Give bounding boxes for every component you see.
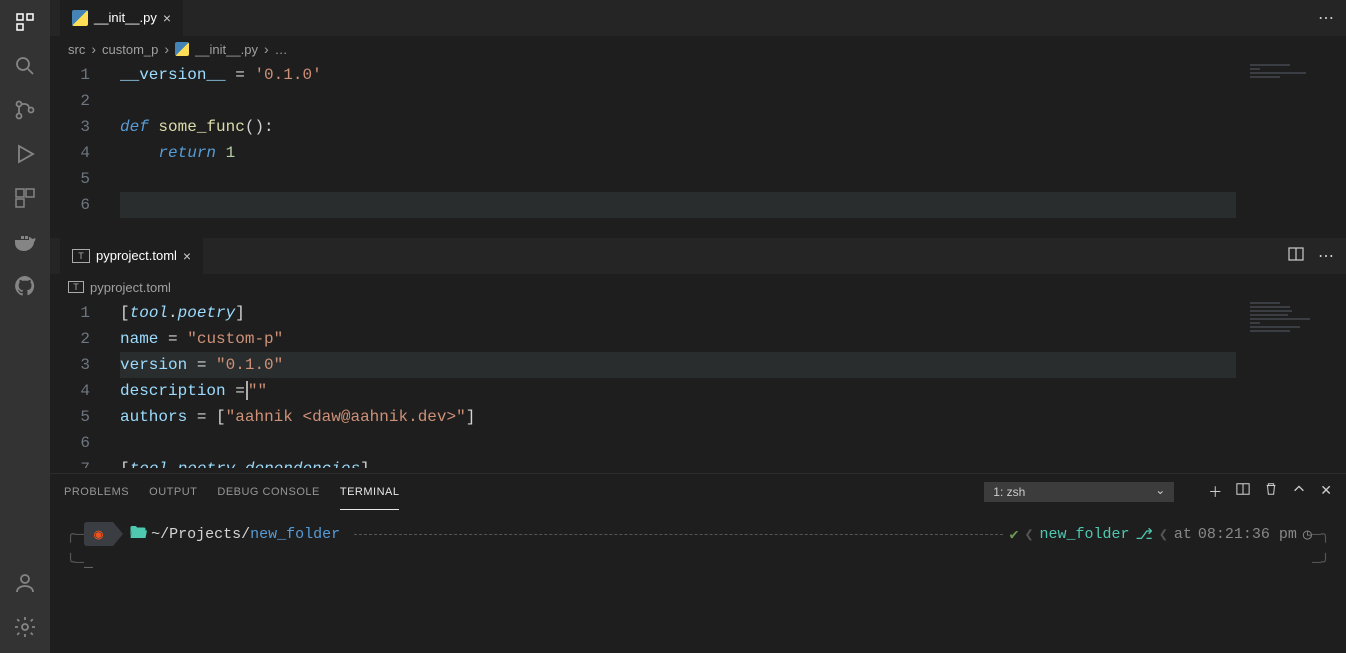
minimap[interactable] — [1246, 300, 1346, 473]
more-icon[interactable]: ⋯ — [1318, 246, 1334, 267]
run-debug-icon[interactable] — [13, 142, 37, 166]
maximize-panel-icon[interactable] — [1292, 482, 1306, 502]
tab-terminal[interactable]: TERMINAL — [340, 474, 400, 510]
tab-label: __init__.py — [94, 10, 157, 25]
more-icon[interactable]: ⋯ — [1318, 8, 1334, 28]
tab-bar-top: __init__.py × ⋯ — [50, 0, 1346, 36]
breadcrumb-item[interactable]: … — [275, 42, 288, 57]
toml-icon: T — [68, 281, 84, 293]
folder-open-icon — [129, 524, 147, 545]
minimap[interactable] — [1246, 62, 1346, 237]
breadcrumb-item[interactable]: src — [68, 42, 85, 57]
toml-icon: T — [72, 249, 90, 263]
close-icon[interactable]: × — [163, 10, 171, 26]
tab-label: pyproject.toml — [96, 248, 177, 263]
close-panel-icon[interactable]: ✕ — [1320, 482, 1332, 502]
python-icon — [175, 42, 189, 56]
code-area-top[interactable]: 123456 __version__ = '0.1.0'def some_fun… — [50, 62, 1346, 237]
terminal[interactable]: ╭─ ◉ ~/Projects/new_folder ✔ ❮ new_folde… — [50, 510, 1346, 653]
docker-icon[interactable] — [13, 230, 37, 254]
settings-icon[interactable] — [13, 615, 37, 639]
account-icon[interactable] — [13, 571, 37, 595]
ubuntu-icon: ◉ — [94, 525, 103, 544]
prompt-cwd: new_folder — [250, 526, 340, 543]
breadcrumb-item[interactable]: __init__.py — [195, 42, 258, 57]
tab-debug-console[interactable]: DEBUG CONSOLE — [217, 474, 319, 510]
new-terminal-icon[interactable]: ＋ — [1208, 482, 1222, 502]
clock-icon: ◷ — [1303, 525, 1312, 544]
tab-pyproject[interactable]: T pyproject.toml × — [60, 238, 203, 274]
breadcrumb-bottom[interactable]: T pyproject.toml — [50, 274, 1346, 300]
tab-init-py[interactable]: __init__.py × — [60, 0, 183, 36]
breadcrumb-item[interactable]: pyproject.toml — [90, 280, 171, 295]
explorer-icon[interactable] — [13, 10, 37, 34]
git-icon: ⎇ — [1136, 525, 1153, 544]
bottom-panel: PROBLEMS OUTPUT DEBUG CONSOLE TERMINAL 1… — [50, 473, 1346, 653]
kill-terminal-icon[interactable] — [1264, 482, 1278, 502]
tab-problems[interactable]: PROBLEMS — [64, 474, 129, 510]
search-icon[interactable] — [13, 54, 37, 78]
terminal-cursor: _ — [84, 554, 93, 571]
prompt-path: ~/Projects/ — [151, 526, 250, 543]
split-terminal-icon[interactable] — [1236, 482, 1250, 502]
source-control-icon[interactable] — [13, 98, 37, 122]
python-icon — [72, 10, 88, 26]
breadcrumb-item[interactable]: custom_p — [102, 42, 158, 57]
prompt-time: 08:21:36 pm — [1198, 526, 1297, 543]
close-icon[interactable]: × — [183, 248, 191, 264]
terminal-selector[interactable]: 1: zsh — [984, 482, 1174, 502]
breadcrumb-top[interactable]: src › custom_p › __init__.py › … — [50, 36, 1346, 62]
prompt-right-info: ✔ ❮ new_folder ⎇ ❮ at 08:21:36 pm ◷ — [1009, 525, 1311, 544]
code-area-bottom[interactable]: 1234567 [tool.poetry]name = "custom-p"ve… — [50, 300, 1346, 473]
github-icon[interactable] — [13, 274, 37, 298]
activity-bar — [0, 0, 50, 653]
panel-tabs: PROBLEMS OUTPUT DEBUG CONSOLE TERMINAL 1… — [50, 474, 1346, 510]
editor-group-top: __init__.py × ⋯ src › custom_p › __init_… — [50, 0, 1346, 238]
check-icon: ✔ — [1009, 525, 1018, 544]
git-branch: new_folder — [1040, 526, 1130, 543]
editor-group-bottom: T pyproject.toml × ⋯ T pyproject.toml 12… — [50, 238, 1346, 473]
extensions-icon[interactable] — [13, 186, 37, 210]
tab-output[interactable]: OUTPUT — [149, 474, 197, 510]
split-editor-icon[interactable] — [1288, 246, 1304, 267]
tab-bar-bottom: T pyproject.toml × ⋯ — [50, 238, 1346, 274]
